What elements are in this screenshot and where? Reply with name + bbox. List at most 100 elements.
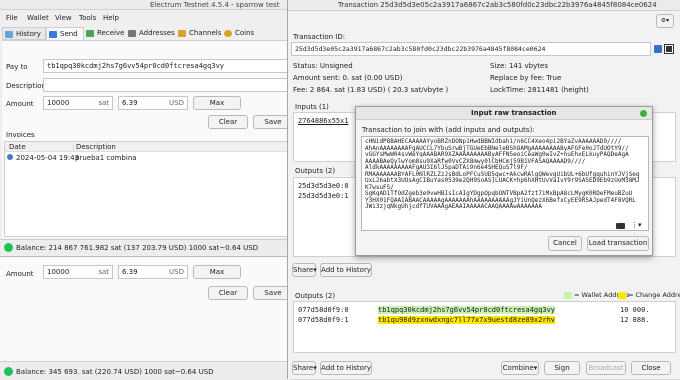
broadcast-button[interactable]: Broadcast: [586, 361, 626, 375]
second-fiat-value: 6.39: [122, 268, 138, 276]
tx-amount-sent: Amount sent: 0. sat (0.00 USD): [293, 74, 403, 82]
second-window: Amount 10000 sat 6.39 USD Max Clear Save…: [0, 256, 293, 380]
second-clear-button[interactable]: Clear: [208, 286, 248, 300]
menu-tools[interactable]: Tools: [79, 14, 96, 22]
close-button[interactable]: Close: [631, 361, 671, 375]
second-amount-value: 10000: [47, 268, 70, 276]
tx-id-value: 25d3d5d3e05c2a3917a6867c2ab3c580fd0c23db…: [295, 45, 546, 53]
invoices-header-date[interactable]: Date: [9, 143, 26, 151]
output-outpoint: 077d58d0f9:0: [298, 306, 349, 314]
tx-settings-button[interactable]: ⚙▾: [656, 14, 674, 28]
second-amount-unit: sat: [98, 268, 109, 276]
tab-addresses-label: Addresses: [139, 29, 175, 37]
copy-icon[interactable]: [654, 45, 662, 53]
combine-button[interactable]: Combine▾: [501, 361, 539, 375]
table-row[interactable]: 2024-05-04 19:43 prueba1 combina: [5, 153, 291, 163]
invoice-description: prueba1 combina: [75, 154, 137, 162]
tab-coins[interactable]: Coins: [222, 27, 258, 40]
pay-to-label: Pay to: [6, 63, 28, 71]
invoices-label: Invoices: [6, 131, 35, 139]
second-fiat-unit: USD: [169, 268, 184, 276]
description-input[interactable]: [43, 78, 290, 92]
camera-icon[interactable]: [616, 223, 625, 229]
fiat-input[interactable]: 6.39 USD: [118, 96, 188, 110]
second-connection-status-icon[interactable]: [4, 367, 13, 376]
menu-file[interactable]: File: [6, 14, 18, 22]
amount-value: 10000: [47, 99, 70, 107]
tab-channels-label: Channels: [189, 29, 222, 37]
outputs-list: 077d58d0f9:0 tb1qpq30kcdmj2hs7g6vv54pr0c…: [293, 301, 676, 353]
inputs-label: Inputs (1): [295, 103, 329, 111]
change-address-swatch: [618, 292, 626, 299]
invoices-header: Date Description: [5, 142, 291, 152]
sign-button[interactable]: Sign: [544, 361, 580, 375]
output-amount: 12 888.: [620, 316, 650, 324]
outputs-top-label: Outputs (2): [295, 167, 336, 175]
table-row[interactable]: 077d58d0f9:0 tb1qpq30kcdmj2hs7g6vv54pr0c…: [294, 305, 675, 315]
dialog-tools-icon[interactable]: ⋮▾: [631, 221, 642, 229]
dialog-title: Input raw transaction: [471, 109, 557, 117]
send-icon: [49, 31, 57, 38]
tx-rbf: Replace by fee: True: [490, 74, 562, 82]
input-outpoint[interactable]: 2764886x55x1: [298, 117, 349, 125]
coins-icon: [224, 30, 232, 37]
second-amount-input[interactable]: 10000 sat: [43, 265, 113, 279]
dialog-close-icon[interactable]: [640, 110, 647, 117]
amount-input[interactable]: 10000 sat: [43, 96, 113, 110]
addresses-icon: [128, 30, 136, 37]
cancel-button[interactable]: Cancel: [548, 236, 582, 251]
qr-code-icon[interactable]: [664, 44, 674, 54]
share-button[interactable]: Share▾: [292, 263, 317, 277]
description-label: Description: [6, 82, 46, 90]
share-button-label: Share: [293, 266, 314, 274]
main-window-titlebar: Electrum Testnet 4.5.4 - sparrow test: [0, 0, 290, 10]
table-row[interactable]: 077d58d0f9:1 tb1qu98d9zxnwdxngc7ll77x7x9…: [294, 315, 675, 325]
tab-channels[interactable]: Channels: [176, 27, 222, 40]
raw-tx-line: UxL26abtX3UOsAgCIBuYas0539e2QH9SoAS]LUAC…: [365, 177, 640, 184]
second-max-button[interactable]: Max: [193, 265, 241, 279]
output-address: tb1qu98d9zxnwdxngc7ll77x7x9uestd8ze89x2r…: [378, 316, 556, 324]
amount-unit: sat: [98, 99, 109, 107]
history-icon: [5, 31, 13, 38]
share-bottom-button[interactable]: Share▾: [292, 361, 317, 375]
max-button[interactable]: Max: [193, 96, 241, 110]
fiat-value: 6.39: [122, 99, 138, 107]
tx-locktime: LockTime: 2811481 (height): [490, 86, 589, 94]
second-status-bar: Balance: 345 693. sat (220.74 USD) 1000 …: [0, 361, 290, 380]
tab-receive[interactable]: Receive: [84, 27, 126, 40]
raw-tx-textarea[interactable]: cHNidP8BAHECAAAAAYyoBRZnDONp1HwdBBWIdbah…: [361, 136, 649, 231]
invoices-header-description[interactable]: Description: [73, 143, 116, 151]
receive-icon: [86, 30, 94, 37]
main-window: Electrum Testnet 4.5.4 - sparrow test Fi…: [0, 0, 293, 256]
add-to-history-bottom-button[interactable]: Add to History: [320, 361, 372, 375]
tab-receive-label: Receive: [97, 29, 125, 37]
clear-button[interactable]: Clear: [208, 115, 248, 129]
menu-wallet[interactable]: Wallet: [27, 14, 49, 22]
tab-addresses[interactable]: Addresses: [126, 27, 176, 40]
second-fiat-input[interactable]: 6.39 USD: [118, 265, 188, 279]
outputs-top-item: 25d3d5d3e0:0: [298, 182, 349, 190]
tx-fee: Fee: 2 864. sat (1.83 USD) ( 20.3 sat/vb…: [293, 86, 449, 94]
add-to-history-button[interactable]: Add to History: [320, 263, 372, 277]
output-outpoint: 077d58d0f9:1: [298, 316, 349, 324]
second-balance-text: Balance: 345 693. sat (220.74 USD) 1000 …: [16, 368, 214, 376]
pay-to-input[interactable]: tb1qpq30kcdmj2hs7g6vv54pr0cd0ftcresa4gq3…: [43, 59, 290, 73]
connection-status-icon[interactable]: [4, 243, 13, 252]
tab-send[interactable]: Send: [46, 27, 84, 40]
tx-status: Status: Unsigned: [293, 62, 353, 70]
dialog-titlebar: Input raw transaction: [356, 107, 652, 120]
menu-bar: File Wallet View Tools Help: [0, 12, 290, 24]
tx-id-label: Transaction ID:: [293, 33, 346, 41]
load-transaction-button[interactable]: Load transaction: [587, 236, 649, 251]
tab-history[interactable]: History: [2, 27, 46, 40]
tx-window-title: Transaction 25d3d5d3e05c2a3917a6867c2ab3…: [338, 1, 657, 9]
outputs-label: Outputs (2): [295, 292, 336, 300]
fiat-unit: USD: [169, 99, 184, 107]
tx-id-field[interactable]: 25d3d5d3e05c2a3917a6867c2ab3c580fd0c23db…: [291, 42, 651, 56]
menu-view[interactable]: View: [55, 14, 72, 22]
outputs-top-item: 25d3d5d3e0:1: [298, 192, 349, 200]
raw-tx-dialog: Input raw transaction Transaction to joi…: [355, 106, 653, 256]
tab-history-label: History: [16, 30, 41, 38]
menu-help[interactable]: Help: [103, 14, 119, 22]
balance-text: Balance: 214 867 761.982 sat (137 203.79…: [16, 244, 259, 252]
